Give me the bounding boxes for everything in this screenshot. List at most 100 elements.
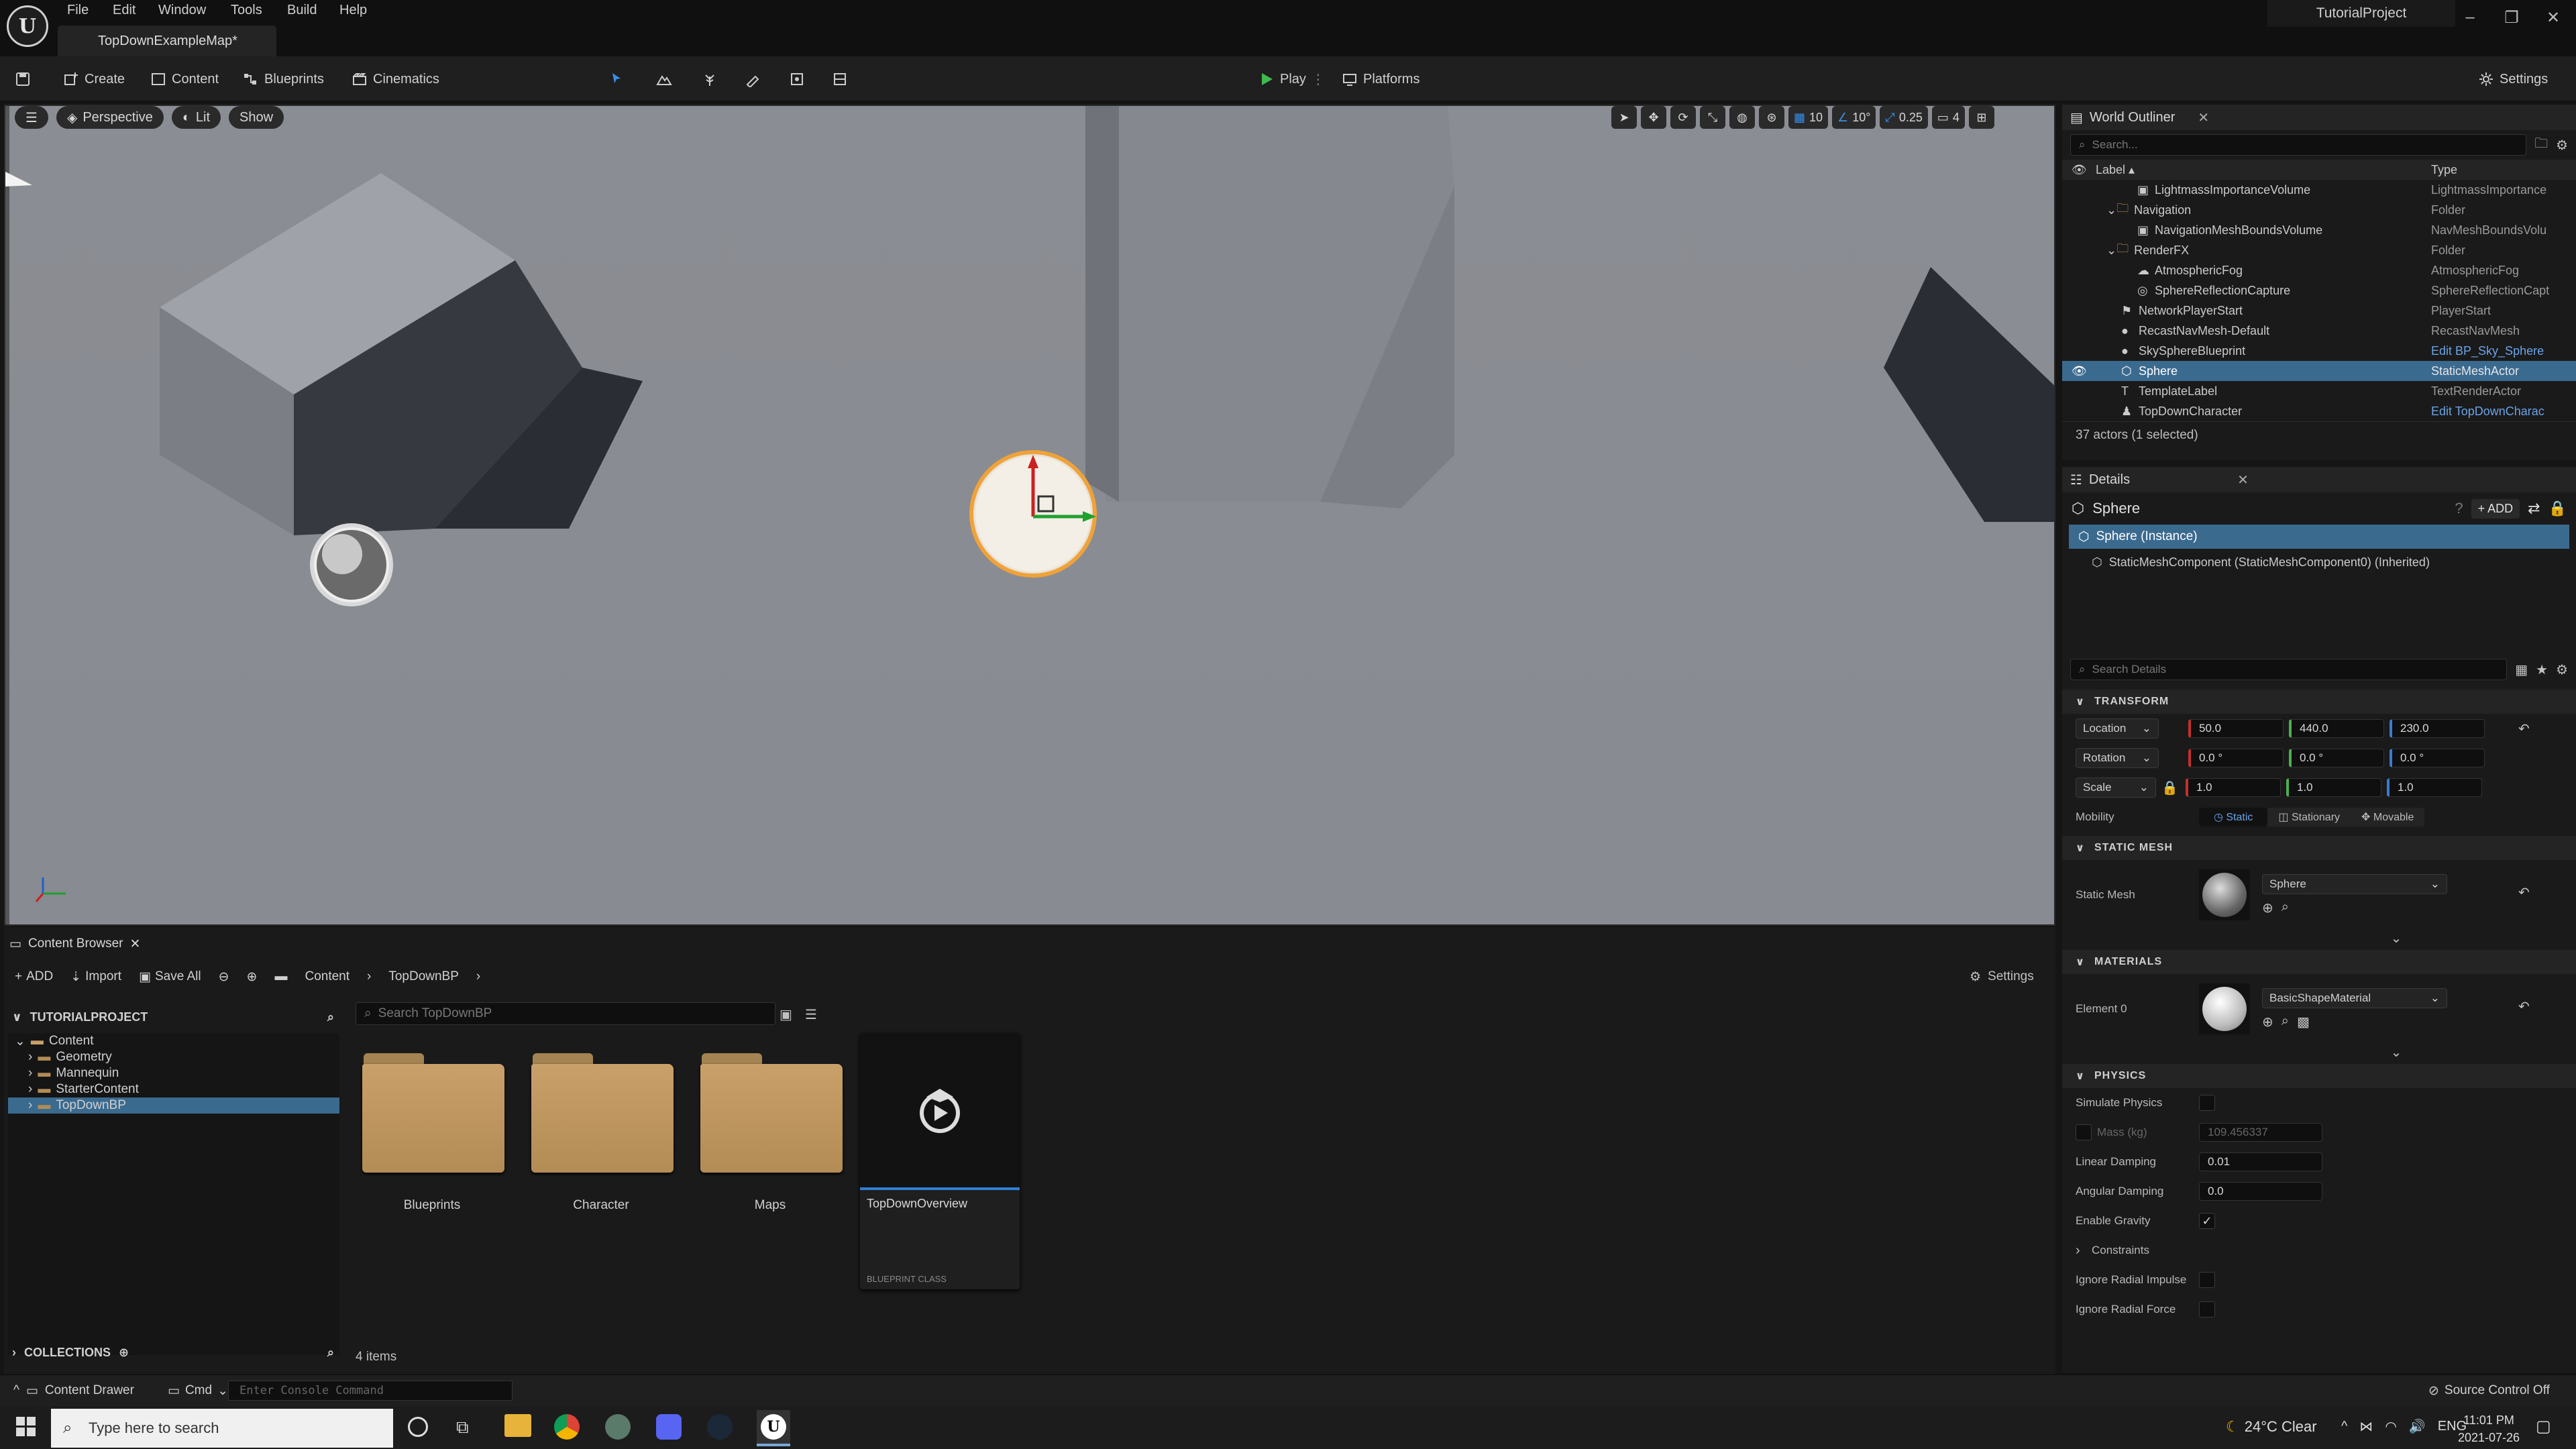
rotation-x-field[interactable]: 0.0 ° [2188, 749, 2284, 767]
volume-icon[interactable]: 🔊 [2409, 1418, 2426, 1435]
minimize-icon[interactable]: – [2450, 4, 2490, 31]
browse-icon[interactable]: ⌕ [2282, 900, 2289, 916]
mass-override-checkbox[interactable] [2076, 1124, 2092, 1140]
cortana-icon[interactable] [408, 1417, 428, 1437]
chrome-icon[interactable] [554, 1414, 580, 1440]
windows-start-icon[interactable] [16, 1417, 36, 1437]
unreal-logo-icon[interactable]: U [7, 5, 48, 47]
chevron-right-icon[interactable]: › [28, 1066, 32, 1081]
details-settings-icon[interactable]: ⚙ [2556, 661, 2568, 678]
details-tab[interactable]: ☷ Details ✕ [2062, 467, 2576, 492]
menu-help[interactable]: Help [339, 3, 367, 20]
file-explorer-icon[interactable] [504, 1414, 531, 1437]
wifi-icon[interactable]: ◠ [2385, 1418, 2396, 1435]
steam-icon[interactable] [707, 1414, 733, 1440]
reset-icon[interactable]: ↶ [2518, 998, 2530, 1015]
visibility-icon[interactable]: 👁 [2072, 364, 2087, 378]
asset-tile-topdownoverview[interactable]: TopDownOverview BLUEPRINT CLASS [860, 1033, 1020, 1289]
close-icon[interactable]: ✕ [129, 936, 140, 952]
chevron-down-icon[interactable]: ⌄ [2106, 244, 2116, 258]
world-outliner-tab[interactable]: ▤ World Outliner ✕ [2062, 105, 2576, 130]
console-input[interactable]: Enter Console Command [228, 1381, 513, 1401]
mesh-paint-mode-icon[interactable] [745, 67, 761, 91]
texture-icon[interactable]: ▩ [2297, 1014, 2310, 1030]
search-icon[interactable]: ⌕ [327, 1346, 334, 1360]
label-column-header[interactable]: Label ▴ [2096, 163, 2135, 177]
scale-y-field[interactable]: 1.0 [2286, 778, 2381, 797]
cmd-button[interactable]: ▭ Cmd ⌄ [168, 1381, 228, 1401]
perspective-button[interactable]: ◈ Perspective [56, 106, 164, 129]
tree-item-content[interactable]: ⌄ ▬ Content [8, 1033, 339, 1049]
search-icon[interactable]: ⌕ [327, 1010, 334, 1024]
level-tab[interactable]: TopDownExampleMap* [58, 25, 276, 56]
outliner-row-type[interactable]: Edit TopDownCharac [2431, 405, 2569, 419]
browse-icon[interactable]: ⌕ [2282, 1014, 2289, 1030]
create-button[interactable]: Create [63, 67, 125, 91]
play-options-icon[interactable]: ⋮ [1311, 71, 1325, 88]
constraints-row[interactable]: › Constraints [2076, 1236, 2576, 1265]
blueprints-button[interactable]: Blueprints [243, 67, 324, 91]
content-drawer-button[interactable]: ^ ▭ Content Drawer [13, 1381, 134, 1401]
component-instance-row[interactable]: ⬡ Sphere (Instance) [2069, 525, 2569, 549]
reset-icon[interactable]: ↶ [2518, 884, 2530, 901]
outliner-settings-icon[interactable]: ⚙ [2556, 137, 2568, 154]
outliner-row[interactable]: ☁ AtmosphericFog AtmosphericFog [2062, 260, 2576, 280]
taskbar-search-input[interactable]: ⌕ Type here to search [51, 1409, 393, 1448]
outliner-row[interactable]: ⌄ 🗀 Navigation Folder [2062, 200, 2576, 220]
chevron-right-icon[interactable]: › [28, 1050, 32, 1065]
breadcrumb-content[interactable]: Content [305, 969, 350, 984]
static-mesh-dropdown[interactable]: Sphere ⌄ [2262, 873, 2447, 894]
reset-icon[interactable]: ↶ [2518, 720, 2530, 737]
chevron-down-icon[interactable]: ⌄ [2106, 203, 2116, 217]
menu-tools[interactable]: Tools [231, 3, 262, 20]
scale-x-field[interactable]: 1.0 [2186, 778, 2281, 797]
rotation-mode-dropdown[interactable]: Rotation ⌄ [2076, 748, 2159, 768]
folder-tile-maps[interactable] [696, 1046, 844, 1187]
scale-mode-dropdown[interactable]: Scale ⌄ [2076, 777, 2156, 798]
content-settings-button[interactable]: ⚙ Settings [1970, 965, 2034, 989]
component-row[interactable]: ⬡ StaticMeshComponent (StaticMeshComponen… [2062, 549, 2576, 576]
expand-materials-icon[interactable]: ⌄ [2062, 1044, 2576, 1064]
layout-icon[interactable]: ⊞ [1968, 106, 1994, 129]
material-dropdown[interactable]: BasicShapeMaterial ⌄ [2262, 987, 2447, 1008]
folder-tile-blueprints[interactable] [358, 1046, 506, 1187]
maximize-icon[interactable]: ❐ [2491, 4, 2532, 31]
blueprint-icon[interactable]: ⇄ [2528, 500, 2540, 517]
clock[interactable]: 11:01 PM 2021-07-26 [2442, 1411, 2536, 1446]
unreal-taskbar-icon[interactable]: U [757, 1410, 790, 1444]
add-folder-icon[interactable]: 🗀 [2534, 133, 2548, 156]
play-button[interactable]: Play ⋮ [1258, 67, 1325, 91]
rotate-tool-icon[interactable]: ⟳ [1670, 106, 1696, 129]
chevron-right-icon[interactable]: › [28, 1082, 32, 1097]
add-content-button[interactable]: + ADD [15, 969, 53, 984]
grid-snap-button[interactable]: ▦ 10 [1788, 106, 1829, 129]
rotation-snap-button[interactable]: ∠ 10° [1832, 106, 1876, 129]
outliner-row[interactable]: ◎ SphereReflectionCapture SphereReflection… [2062, 280, 2576, 301]
materials-section-header[interactable]: ∨ MATERIALS [2062, 950, 2576, 974]
close-window-icon[interactable]: ✕ [2533, 4, 2573, 31]
breadcrumb-topdownbp[interactable]: TopDownBP [388, 969, 459, 984]
outliner-row[interactable]: ⌄ 🗀 RenderFX Folder [2062, 240, 2576, 260]
history-back-icon[interactable]: ⊖ [219, 969, 229, 985]
tree-item-mannequin[interactable]: › ▬ Mannequin [8, 1065, 339, 1081]
scale-z-field[interactable]: 1.0 [2387, 778, 2482, 797]
discord-icon[interactable] [656, 1414, 682, 1440]
lock-icon[interactable]: 🔒 [2548, 500, 2567, 517]
outliner-row[interactable]: ▣ LightmassImportanceVolume LightmassImpor… [2062, 180, 2576, 200]
viewport-options-button[interactable]: ☰ [15, 106, 48, 129]
source-control-button[interactable]: ⊘ Source Control Off [2428, 1381, 2550, 1401]
foliage-mode-icon[interactable] [702, 67, 718, 91]
viewport-scene[interactable] [5, 106, 2055, 926]
static-mesh-thumbnail[interactable] [2199, 869, 2250, 920]
task-view-icon[interactable]: ⧉ [456, 1417, 469, 1438]
camera-speed-button[interactable]: ▭ 4 [1931, 106, 1965, 129]
translate-tool-icon[interactable]: ✥ [1641, 106, 1666, 129]
platforms-button[interactable]: Platforms [1342, 67, 1419, 91]
menu-window[interactable]: Window [158, 3, 206, 20]
content-button[interactable]: Content [150, 67, 219, 91]
outliner-row[interactable]: ● SkySphereBlueprint Edit BP_Sky_Sphere [2062, 341, 2576, 361]
close-icon[interactable]: ✕ [2237, 472, 2249, 488]
history-forward-icon[interactable]: ⊕ [247, 969, 258, 985]
use-selected-icon[interactable]: ⊕ [2262, 1014, 2273, 1030]
location-z-field[interactable]: 230.0 [2390, 719, 2485, 738]
